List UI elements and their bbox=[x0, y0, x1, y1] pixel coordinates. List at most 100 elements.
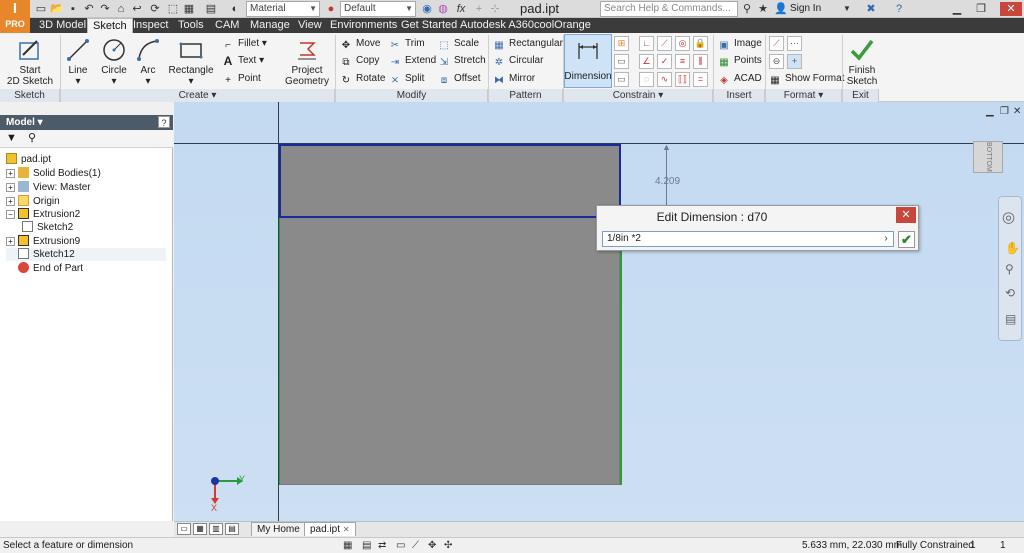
expand-arrow-icon[interactable]: › bbox=[880, 232, 892, 246]
tile-horizontal-icon[interactable]: ▦ bbox=[193, 523, 207, 535]
tree-item-extrusion2[interactable]: − Extrusion2 bbox=[6, 208, 80, 221]
tree-item-origin[interactable]: + Origin bbox=[6, 195, 60, 208]
panel-label-format[interactable]: Format ▾ bbox=[766, 89, 842, 102]
tab-pad-ipt[interactable]: pad.ipt ✕ bbox=[304, 522, 356, 536]
cascade-icon[interactable]: ▤ bbox=[225, 523, 239, 535]
fx-icon[interactable]: fx bbox=[454, 2, 468, 16]
show-constraints-icon[interactable]: ▭ bbox=[614, 54, 629, 69]
plus-icon[interactable]: + bbox=[472, 2, 486, 16]
tangent-constraint-icon[interactable]: ◌ bbox=[639, 72, 654, 87]
dimension-value[interactable]: 4.209 bbox=[655, 176, 680, 187]
close-window-icon[interactable]: ✕ bbox=[1000, 2, 1022, 16]
tree-item-sketch2[interactable]: Sketch2 bbox=[22, 221, 73, 234]
fix-constraint-icon[interactable]: 🔒 bbox=[693, 36, 708, 51]
points-button[interactable]: ▦ Points bbox=[718, 53, 762, 69]
status-tool-icon-7[interactable]: ✣ bbox=[444, 538, 452, 553]
star-icon[interactable]: ★ bbox=[756, 2, 770, 16]
status-tool-icon-3[interactable]: ⇄ bbox=[378, 538, 386, 553]
tab-autodesk-a360[interactable]: Autodesk A360 bbox=[455, 18, 539, 33]
sign-in-dropdown-icon[interactable]: ▼ bbox=[840, 2, 854, 16]
copy-button[interactable]: ⧉ Copy bbox=[340, 53, 379, 69]
center-point-icon[interactable]: ⊖ bbox=[769, 54, 784, 69]
collinear-constraint-icon[interactable]: ⟋ bbox=[657, 36, 672, 51]
binoculars-icon[interactable]: ⚲ bbox=[740, 2, 754, 16]
sign-in-link[interactable]: Sign In bbox=[790, 3, 821, 14]
acad-button[interactable]: ◈ ACAD bbox=[718, 71, 762, 87]
tab-tools[interactable]: Tools bbox=[173, 18, 209, 33]
circular-pattern-button[interactable]: ✲ Circular bbox=[493, 53, 544, 69]
mirror-button[interactable]: ⧓ Mirror bbox=[493, 71, 535, 87]
stretch-button[interactable]: ⇲ Stretch bbox=[438, 53, 486, 69]
dimension-value-input[interactable]: 1/8in *2 bbox=[602, 231, 894, 247]
collapse-icon[interactable]: − bbox=[6, 210, 15, 219]
tree-item-sketch12[interactable]: Sketch12 bbox=[6, 248, 166, 261]
update-icon[interactable]: ⟳ bbox=[148, 2, 162, 16]
window-close-icon[interactable]: ✕ bbox=[1013, 106, 1021, 117]
steering-wheel-icon[interactable]: ◎ bbox=[1002, 208, 1015, 226]
select-icon[interactable]: ⬚ bbox=[166, 2, 180, 16]
split-button[interactable]: ⨯ Split bbox=[389, 71, 425, 87]
rectangle-button[interactable]: Rectangle ▾ bbox=[168, 35, 214, 87]
tree-item-solid-bodies[interactable]: + Solid Bodies(1) bbox=[6, 167, 101, 180]
panel-label-create[interactable]: Create ▾ bbox=[61, 89, 335, 102]
pan-icon[interactable]: ✋ bbox=[1005, 241, 1020, 255]
new-icon[interactable]: ▭ bbox=[34, 2, 48, 16]
status-tool-icon-2[interactable]: ▤ bbox=[362, 538, 371, 553]
minimize-icon[interactable]: ▁ bbox=[950, 2, 964, 16]
appearance-icon[interactable]: ● bbox=[324, 2, 338, 16]
arc-button[interactable]: Arc ▾ bbox=[134, 35, 162, 87]
filter-icon[interactable]: ▼ bbox=[6, 132, 17, 144]
browser-header[interactable]: Model ▾ bbox=[0, 115, 173, 130]
status-tool-icon-1[interactable]: ▦ bbox=[343, 538, 352, 553]
dialog-close-button[interactable]: ✕ bbox=[896, 207, 916, 223]
fillet-button[interactable]: ⌐ Fillet ▾ bbox=[222, 36, 267, 52]
offset-button[interactable]: ⧈ Offset bbox=[438, 71, 481, 87]
help-search-input[interactable]: Search Help & Commands... bbox=[600, 1, 738, 17]
tab-get-started[interactable]: Get Started bbox=[396, 18, 462, 33]
smooth-constraint-icon[interactable]: ∿ bbox=[657, 72, 672, 87]
finish-sketch-button[interactable]: Finish Sketch bbox=[845, 35, 879, 87]
auto-dimension-icon[interactable]: ⊞ bbox=[614, 36, 629, 51]
view-cube[interactable]: BOTTOM bbox=[973, 141, 1003, 173]
sketch-edge-right[interactable] bbox=[620, 218, 622, 485]
driven-dimension-icon[interactable]: + bbox=[787, 54, 802, 69]
properties-icon[interactable]: ▤ bbox=[204, 2, 218, 16]
expand-icon[interactable]: + bbox=[6, 237, 15, 246]
relax-mode-icon[interactable]: ▭ bbox=[614, 72, 629, 87]
trim-button[interactable]: ✂ Trim bbox=[389, 36, 425, 52]
window-restore-icon[interactable]: ❐ bbox=[1000, 106, 1009, 117]
tab-sketch[interactable]: Sketch bbox=[87, 18, 133, 33]
application-menu-button[interactable]: I PRO bbox=[0, 0, 30, 33]
return-icon[interactable]: ↩ bbox=[130, 2, 144, 16]
find-binoculars-icon[interactable]: ⚲ bbox=[28, 131, 36, 144]
concentric-constraint-icon[interactable]: ◎ bbox=[675, 36, 690, 51]
user-icon[interactable]: 👤 bbox=[774, 2, 788, 16]
appearance-combo[interactable]: Default ▼ bbox=[340, 1, 416, 17]
measure-icon[interactable]: ▦ bbox=[182, 2, 196, 16]
redo-icon[interactable]: ↷ bbox=[98, 2, 112, 16]
status-tool-icon-6[interactable]: ✥ bbox=[428, 538, 436, 553]
tree-item-view-master[interactable]: + View: Master bbox=[6, 181, 91, 194]
sketch-edge-left[interactable] bbox=[279, 218, 280, 485]
status-tool-icon-4[interactable]: ▭ bbox=[396, 538, 405, 553]
expand-icon[interactable]: + bbox=[6, 197, 15, 206]
zoom-icon[interactable]: ⚲ bbox=[1005, 262, 1014, 276]
adjust-icon[interactable]: ◍ bbox=[436, 2, 450, 16]
tile-icon[interactable]: ▭ bbox=[177, 523, 191, 535]
equal-constraint-icon[interactable]: = bbox=[693, 72, 708, 87]
expand-icon[interactable]: + bbox=[6, 169, 15, 178]
tab-close-icon[interactable]: ✕ bbox=[343, 525, 350, 534]
vertical-constraint-icon[interactable]: ⫼ bbox=[693, 54, 708, 69]
tree-item-extrusion9[interactable]: + Extrusion9 bbox=[6, 235, 80, 248]
point-button[interactable]: + Point bbox=[222, 71, 261, 87]
line-button[interactable]: Line ▾ bbox=[64, 35, 92, 87]
symmetric-constraint-icon[interactable]: ⟦⟧ bbox=[675, 72, 690, 87]
undo-icon[interactable]: ↶ bbox=[82, 2, 96, 16]
material-combo[interactable]: Material ▼ bbox=[246, 1, 320, 17]
restore-icon[interactable]: ❐ bbox=[974, 2, 988, 16]
rectangular-pattern-button[interactable]: ▦ Rectangular bbox=[493, 36, 563, 52]
tab-environments[interactable]: Environments bbox=[325, 18, 402, 33]
centerline-icon[interactable]: ⋯ bbox=[787, 36, 802, 51]
text-button[interactable]: A Text ▾ bbox=[222, 53, 265, 69]
expand-icon[interactable]: ⊹ bbox=[488, 2, 502, 16]
